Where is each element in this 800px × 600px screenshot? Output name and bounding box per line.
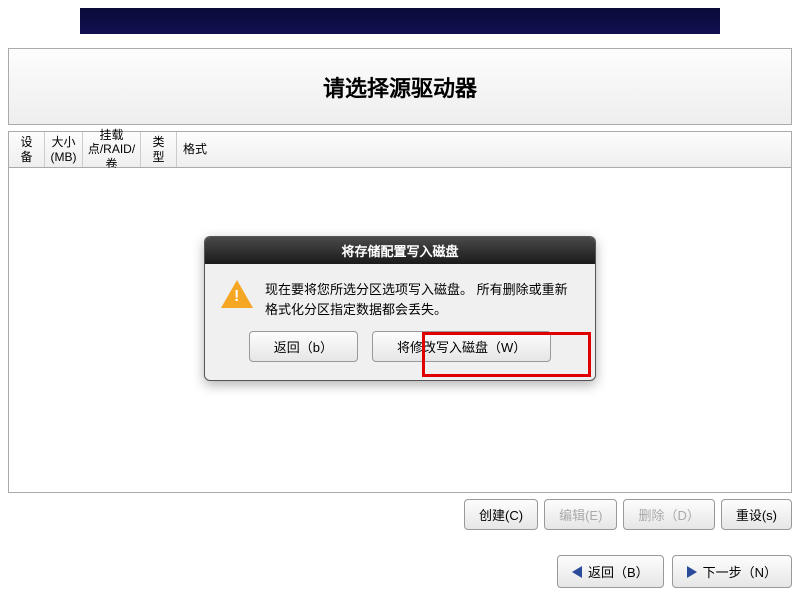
back-label: 返回（B） bbox=[588, 562, 649, 581]
next-label: 下一步（N） bbox=[703, 562, 777, 581]
dialog-message: 现在要将您所选分区选项写入磁盘。 所有删除或重新格式化分区指定数据都会丢失。 bbox=[265, 280, 579, 319]
edit-button: 编辑(E) bbox=[544, 499, 617, 530]
confirmation-dialog: 将存储配置写入磁盘 现在要将您所选分区选项写入磁盘。 所有删除或重新格式化分区指… bbox=[204, 236, 596, 381]
next-button[interactable]: 下一步（N） bbox=[672, 555, 792, 588]
back-button[interactable]: 返回（B） bbox=[557, 555, 664, 588]
create-button[interactable]: 创建(C) bbox=[464, 499, 538, 530]
title-panel: 请选择源驱动器 bbox=[8, 48, 792, 125]
dialog-buttons: 返回（b） 将修改写入磁盘（W） bbox=[205, 327, 595, 374]
dialog-title: 将存储配置写入磁盘 bbox=[205, 237, 595, 264]
col-mount[interactable]: 挂载点/RAID/卷 bbox=[83, 132, 141, 167]
col-size[interactable]: 大小(MB) bbox=[45, 132, 83, 167]
table-header: 设备 大小(MB) 挂载点/RAID/卷 类型 格式 bbox=[8, 131, 792, 168]
reset-button[interactable]: 重设(s) bbox=[721, 499, 792, 530]
dialog-body: 现在要将您所选分区选项写入磁盘。 所有删除或重新格式化分区指定数据都会丢失。 bbox=[205, 264, 595, 327]
arrow-right-icon bbox=[687, 566, 697, 578]
col-format[interactable]: 格式 bbox=[177, 132, 213, 167]
warning-icon bbox=[221, 280, 253, 308]
col-type[interactable]: 类型 bbox=[141, 132, 177, 167]
dialog-back-button[interactable]: 返回（b） bbox=[249, 331, 358, 362]
col-device[interactable]: 设备 bbox=[9, 132, 45, 167]
delete-button: 删除（D） bbox=[623, 499, 714, 530]
arrow-left-icon bbox=[572, 566, 582, 578]
dialog-write-button[interactable]: 将修改写入磁盘（W） bbox=[372, 331, 551, 362]
toolbar: 创建(C) 编辑(E) 删除（D） 重设(s) bbox=[8, 499, 792, 530]
page-title: 请选择源驱动器 bbox=[323, 71, 477, 103]
top-banner bbox=[80, 8, 720, 34]
nav-buttons: 返回（B） 下一步（N） bbox=[8, 555, 792, 588]
